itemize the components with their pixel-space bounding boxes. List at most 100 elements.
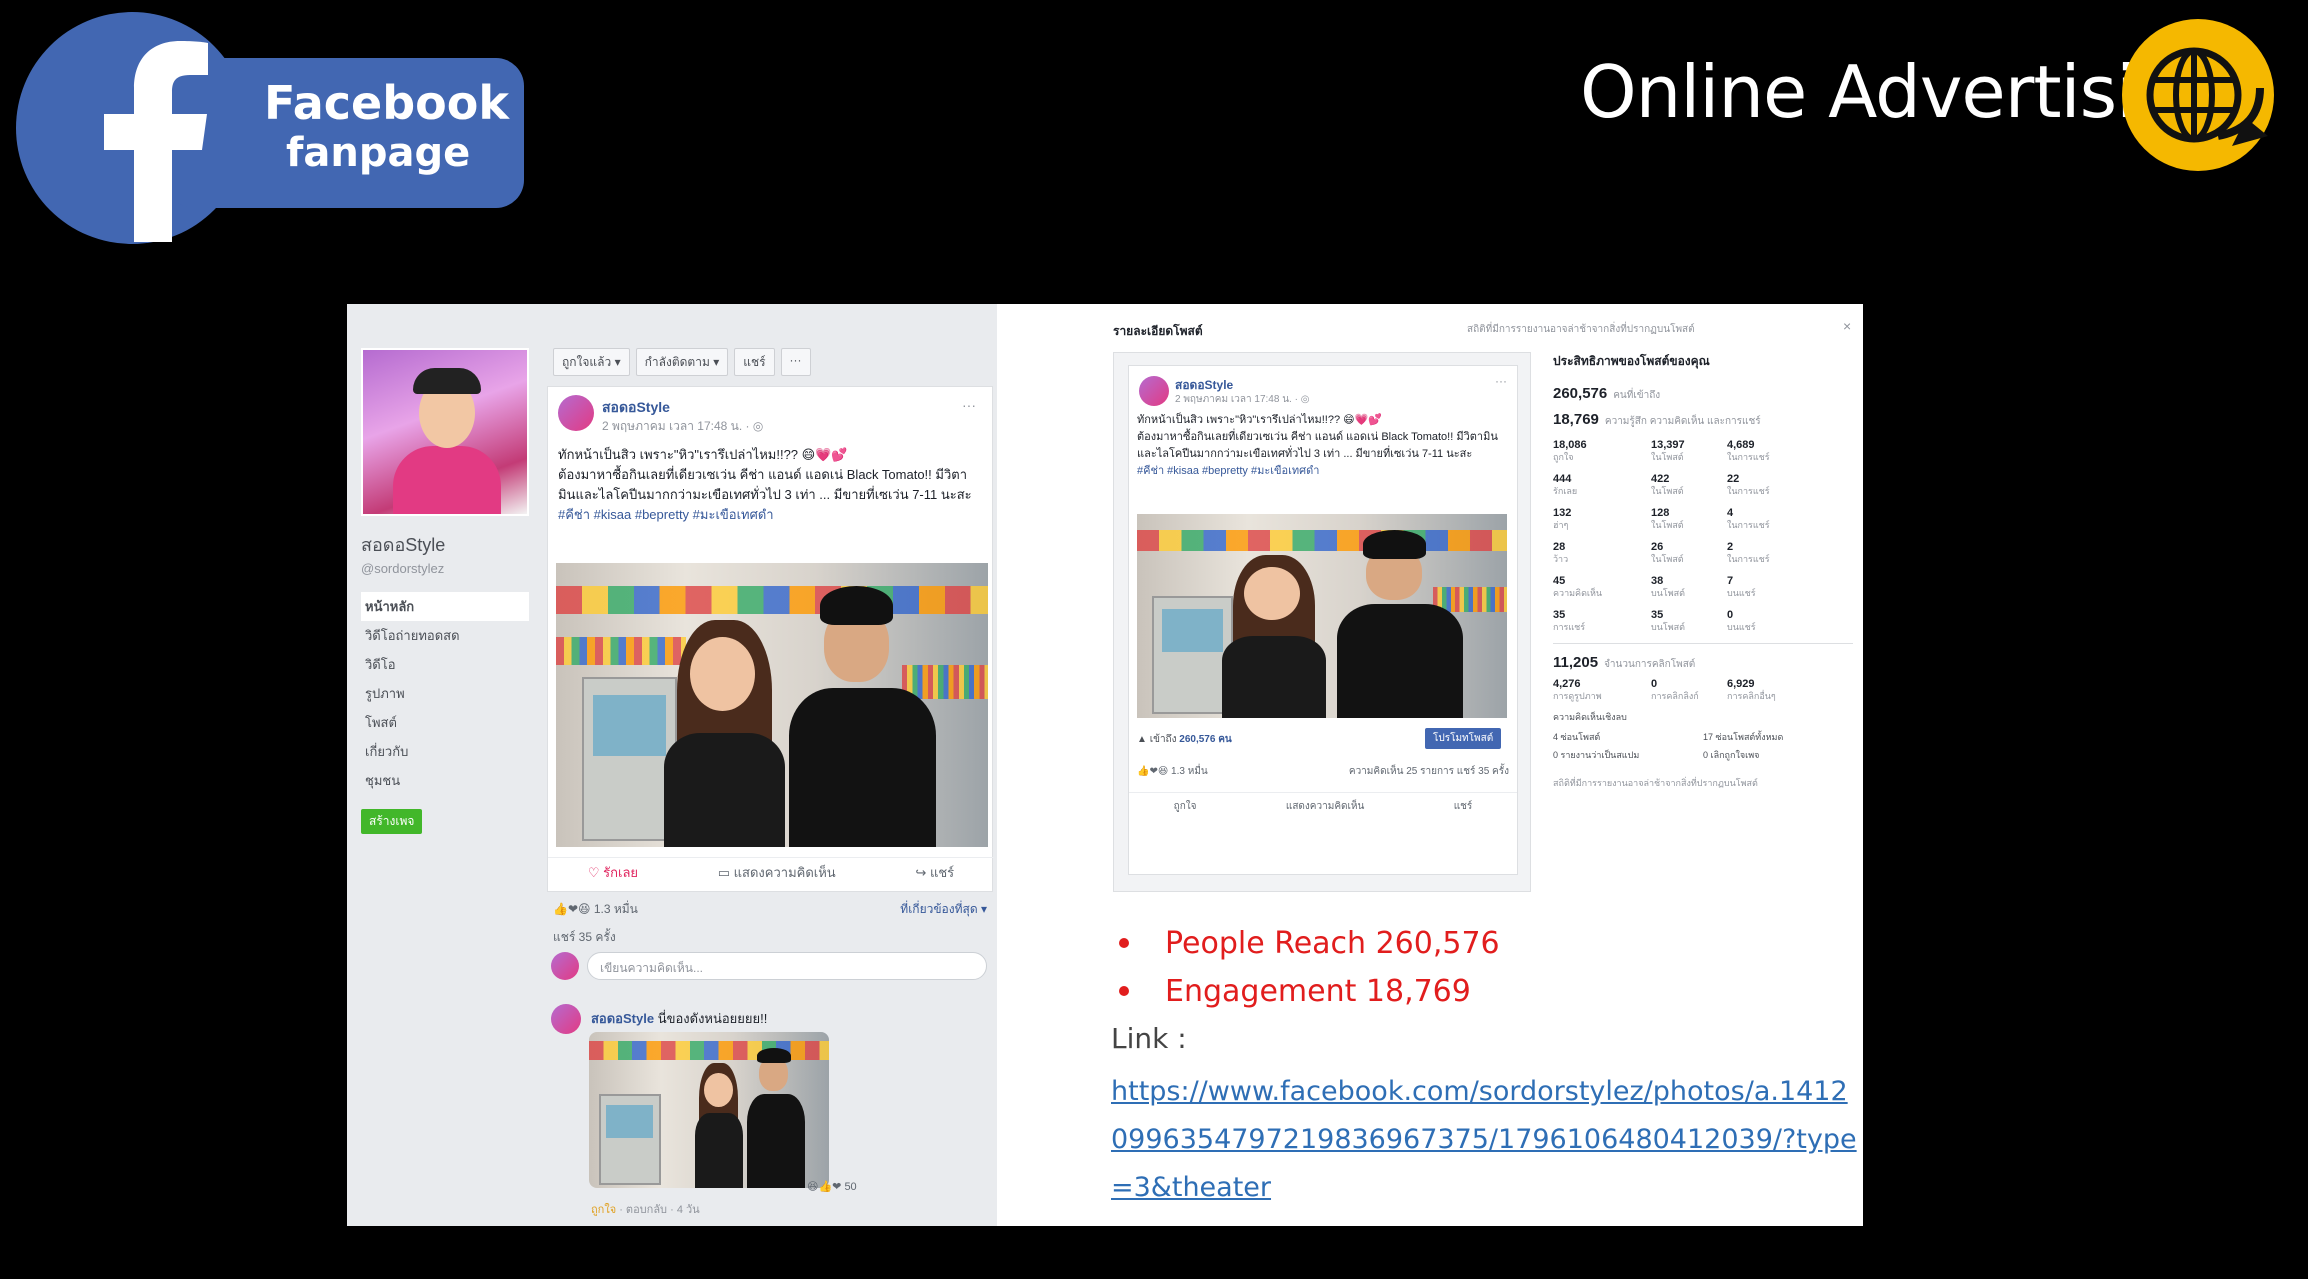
divider [1553,643,1853,644]
reply-author[interactable]: สอดอStyle [591,1011,654,1026]
liked-button[interactable]: ถูกใจแล้ว ▾ [553,348,630,376]
stat-cell: 7 บนแชร์ [1727,575,1756,598]
page-handle[interactable]: @sordorstylez [361,561,529,576]
page-sidebar: สอดอStyle @sordorstylez หน้าหลัก วิดีโอถ… [361,348,529,834]
share-button[interactable]: ↪ แชร์ [915,862,954,883]
share-count[interactable]: แชร์ 35 ครั้ง [553,928,616,947]
stat-cell: 4,689 ในการแชร์ [1727,439,1770,462]
stat-cell: 4 ในการแชร์ [1727,507,1770,530]
nav-item-community[interactable]: ชุมชน [361,766,529,795]
mini-post-card: สอดอStyle 2 พฤษภาคม เวลา 17:48 น. · ◎ ··… [1128,365,1518,875]
stat-cell: 6,929 การคลิกอื่นๆ [1727,678,1776,701]
reply-message: นี่ของดังหน่อยยยย!! [657,1011,768,1026]
stat-cell: 35 การแชร์ [1553,609,1586,632]
mini-post-menu-icon[interactable]: ··· [1495,374,1507,388]
reply-text: สอดอStyle นี่ของดังหน่อยยยย!! [591,1008,767,1029]
mini-comment-share-count[interactable]: ความคิดเห็น 25 รายการ แชร์ 35 ครั้ง [1349,764,1509,779]
mini-post-avatar[interactable] [1139,376,1169,406]
nav-item-posts[interactable]: โพสต์ [361,708,529,737]
post-clicks-stat: 11,205 จำนวนการคลิกโพสต์ [1553,654,1696,671]
mini-reaction-count[interactable]: 👍❤😆 1.3 หมื่น [1137,764,1208,779]
stat-cell: 132 ฮ่าๆ [1553,507,1572,530]
mini-post-body: ทักหน้าเป็นสิว เพราะ"หิว"เรารึเปล่าไหม!!… [1137,412,1513,480]
post-photo[interactable] [556,563,988,847]
more-options-button[interactable]: ··· [780,348,811,376]
boost-post-button[interactable]: โปรโมทโพสต์ [1425,728,1502,749]
post-hashtags[interactable]: #คีช่า #kisaa #bepretty #มะเขือเทศดำ [558,505,984,525]
nav-item-photos[interactable]: รูปภาพ [361,679,529,708]
stat-cell: 38 บนโพสต์ [1651,575,1685,598]
link-label: Link : [1111,1022,1187,1055]
stats-footnote: สถิติที่มีการรายงานอาจล่าช้าจากสิ่งที่ปร… [1553,778,1758,788]
reply-avatar[interactable] [551,1004,581,1034]
comment-sort-dropdown[interactable]: ที่เกี่ยวข้องที่สุด ▾ [900,900,987,919]
content-panel: สอดอStyle @sordorstylez หน้าหลัก วิดีโอถ… [347,304,1863,1226]
reaction-breakdown-grid: 18,086 ถูกใจ 13,397 ในโพสต์ 4,689 ในการแชร์… [1553,439,1853,633]
comment-button[interactable]: ▭ แสดงความคิดเห็น [718,862,836,883]
mini-share-button[interactable]: แชร์ [1454,799,1473,818]
mini-post-photo[interactable] [1137,514,1507,718]
post-author[interactable]: สอดอStyle [602,397,670,419]
stat-cell: 444 รักเลย [1553,473,1578,496]
post-link[interactable]: https://www.facebook.com/sordorstylez/ph… [1111,1068,1863,1212]
neg-stat: 0 รายงานว่าเป็นสแปม [1553,750,1640,760]
performance-title: ประสิทธิภาพของโพสต์ของคุณ [1553,354,1710,368]
reaction-count[interactable]: 👍❤😆 1.3 หมื่น [553,900,638,919]
click-breakdown-grid: 4,276 การดูรูปภาพ 0 การคลิกลิงก์ 6,929 การค… [1553,678,1853,702]
nav-item-about[interactable]: เกี่ยวกับ [361,737,529,766]
mini-like-button[interactable]: ถูกใจ [1174,799,1197,818]
stat-cell: 45 ความคิดเห็น [1553,575,1603,598]
reply-reaction-count[interactable]: 😆👍❤ 50 [807,1180,857,1193]
mini-post-timestamp[interactable]: 2 พฤษภาคม เวลา 17:48 น. · ◎ [1175,392,1309,407]
post-author-avatar[interactable] [558,395,594,431]
globe-arrow-icon [2122,19,2274,171]
post-menu-icon[interactable]: ··· [962,397,976,413]
fanpage-label: fanpage [286,130,471,176]
commenter-avatar [551,952,579,980]
post-action-row: ♡ รักเลย ▭ แสดงความคิดเห็น ↪ แชร์ [548,857,994,887]
following-button[interactable]: กำลังติดตาม ▾ [635,348,729,376]
post-performance-stats: ประสิทธิภาพของโพสต์ของคุณ 260,576 คนที่เข… [1553,352,1853,790]
love-button[interactable]: ♡ รักเลย [588,862,638,883]
engagement-stat: 18,769 ความรู้สึก ความคิดเห็น และการแชร์ [1553,411,1761,428]
stat-cell: 22 ในการแชร์ [1727,473,1770,496]
profile-picture[interactable] [361,348,529,516]
reply-like-link[interactable]: ถูกใจ [591,1204,616,1216]
neg-stat: 0 เลิกถูกใจเพจ [1703,750,1760,760]
facebook-fanpage-badge: Facebook fanpage [16,12,524,252]
post-body: ทักหน้าเป็นสิว เพราะ"หิว"เรารึเปล่าไหม!!… [558,445,984,525]
reply-photo[interactable] [589,1032,829,1188]
stat-cell: 28 ว้าว [1553,541,1569,564]
neg-stat: 4 ซ่อนโพสต์ [1553,732,1601,742]
post-card: สอดอStyle 2 พฤษภาคม เวลา 17:48 น. · ◎ ··… [547,386,994,892]
stat-cell: 18,086 ถูกใจ [1553,439,1587,462]
share-page-button[interactable]: แชร์ [734,348,775,376]
negative-feedback-grid: 4 ซ่อนโพสต์ 17 ซ่อนโพสต์ทั้งหมด 0 รายงาน… [1553,730,1853,762]
insight-subtitle: สถิติที่มีการรายงานอาจล่าช้าจากสิ่งที่ปร… [1467,324,1695,335]
post-description: ต้องมาหาซื้อกินเลยที่เดียวเซเว่น คีช่า แ… [558,467,972,502]
stat-cell: 35 บนโพสต์ [1651,609,1685,632]
negative-feedback-title: ความคิดเห็นเชิงลบ [1553,712,1627,722]
stat-cell: 0 การคลิกลิงก์ [1651,678,1699,701]
nav-item-live-videos[interactable]: วิดีโอถ่ายทอดสด [361,621,529,650]
page-nav: หน้าหลัก วิดีโอถ่ายทอดสด วิดีโอ รูปภาพ โ… [361,592,529,795]
nav-item-home[interactable]: หน้าหลัก [361,592,529,621]
close-icon[interactable]: × [1843,318,1851,334]
fanpage-screenshot: สอดอStyle @sordorstylez หน้าหลัก วิดีโอถ… [347,304,997,1226]
mini-post-description: ต้องมาหาซื้อกินเลยที่เดียวเซเว่น คีช่า แ… [1137,431,1498,460]
stat-cell: 2 ในการแชร์ [1727,541,1770,564]
comment-input[interactable]: เขียนความคิดเห็น... [587,952,987,980]
summary-bullets: People Reach 260,576 Engagement 18,769 [1113,920,1500,1016]
nav-item-videos[interactable]: วิดีโอ [361,650,529,679]
stat-cell: 13,397 ในโพสต์ [1651,439,1685,462]
create-page-button[interactable]: สร้างเพจ [361,809,423,834]
post-timestamp[interactable]: 2 พฤษภาคม เวลา 17:48 น. · ◎ [602,417,763,436]
mini-comment-button[interactable]: แสดงความคิดเห็น [1286,799,1364,818]
insight-title: รายละเอียดโพสต์ [1113,324,1203,338]
insight-post-preview: สอดอStyle 2 พฤษภาคม เวลา 17:48 น. · ◎ ··… [1113,352,1531,892]
page-name[interactable]: สอดอStyle [361,530,529,559]
mini-post-hashtags[interactable]: #คีช่า #kisaa #bepretty #มะเขือเทศดำ [1137,463,1513,480]
mini-action-row: ถูกใจ แสดงความคิดเห็น แชร์ [1129,792,1517,818]
reply-meta-text[interactable]: · ตอบกลับ · 4 วัน [619,1204,699,1216]
reply-meta: ถูกใจ · ตอบกลับ · 4 วัน [591,1200,700,1218]
